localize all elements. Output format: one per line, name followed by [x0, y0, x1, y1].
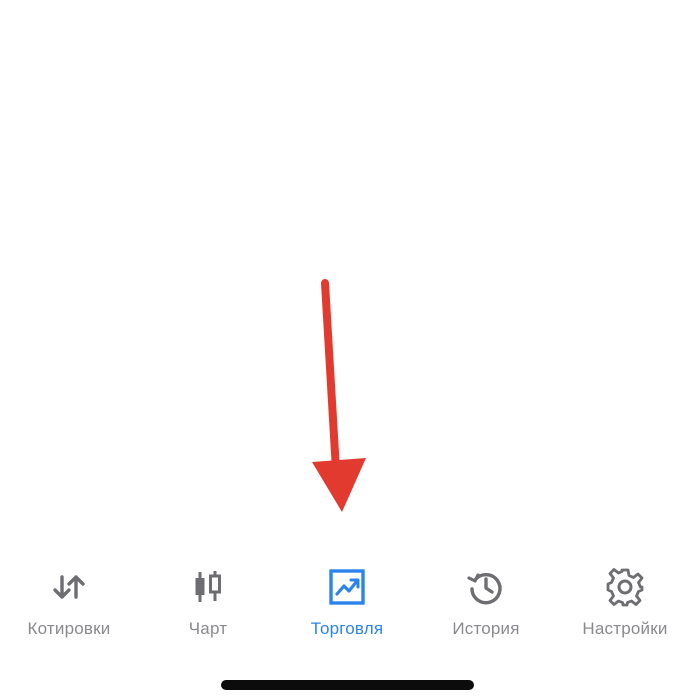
arrows-up-down-icon: [47, 565, 91, 609]
tab-trade-label: Торговля: [310, 619, 384, 638]
tab-chart[interactable]: Чарт: [139, 555, 277, 655]
tab-trade[interactable]: Торговля: [278, 555, 416, 655]
tab-quotes-label: Котировки: [27, 619, 111, 638]
tab-history-label: История: [452, 619, 520, 638]
bottom-tab-bar: Котировки Чарт Торговля История Настройк…: [0, 555, 694, 655]
home-indicator: [221, 680, 474, 690]
candlestick-icon: [186, 565, 230, 609]
gear-icon: [603, 565, 647, 609]
tab-settings-label: Настройки: [582, 619, 668, 638]
tab-quotes[interactable]: Котировки: [0, 555, 138, 655]
trade-chart-icon: [325, 565, 369, 609]
tab-settings[interactable]: Настройки: [556, 555, 694, 655]
history-clock-icon: [464, 565, 508, 609]
tab-chart-label: Чарт: [188, 619, 228, 638]
main-content-area: [0, 0, 694, 550]
tab-history[interactable]: История: [417, 555, 555, 655]
